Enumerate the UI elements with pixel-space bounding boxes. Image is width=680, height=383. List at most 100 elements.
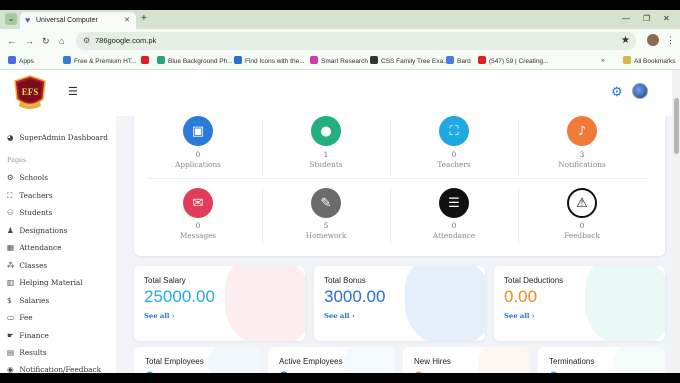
bookmark-apps[interactable]: Apps xyxy=(8,56,34,67)
new-tab-icon[interactable]: + xyxy=(141,13,147,25)
total-employees-card[interactable]: Total Employees 0 xyxy=(134,347,260,373)
stat-label: Students xyxy=(309,160,343,169)
browser-tab[interactable]: ♥ Universal Computer ✕ xyxy=(20,12,136,29)
youtube-icon xyxy=(141,56,149,64)
sidebar-item-fee[interactable]: ▭ Fee xyxy=(7,312,33,323)
stat-messages[interactable]: ✉ 0 Messages xyxy=(134,188,262,258)
school-logo[interactable]: EFS xyxy=(12,75,48,111)
bookmark-item[interactable]: CSS Family Tree Exa... xyxy=(370,56,449,67)
address-bar[interactable]: ⚙ 786google.com.pk ★ xyxy=(76,32,636,50)
sidebar-item-teachers[interactable]: ⛶ Teachers xyxy=(7,190,53,201)
card-title: Terminations xyxy=(549,357,595,366)
all-bookmarks[interactable]: All Bookmarks xyxy=(623,56,676,67)
stat-homework[interactable]: ✎ 5 Homework xyxy=(262,188,390,258)
bookmark-star-icon[interactable]: ★ xyxy=(621,34,630,48)
main-content: ▣ 0 Applications ● 1 Students ⛶ 0 Teache… xyxy=(116,116,672,373)
applications-icon: ▣ xyxy=(183,116,213,146)
bookmark-item[interactable]: Find Icons with the... xyxy=(234,56,305,67)
tab-close-icon[interactable]: ✕ xyxy=(124,15,130,26)
results-icon: ▤ xyxy=(7,348,15,357)
stat-students[interactable]: ● 1 Students xyxy=(262,116,390,186)
sidebar-item-designations[interactable]: ♟ Designations xyxy=(7,225,67,236)
card-value: 3000.00 xyxy=(324,287,386,306)
see-all-link[interactable]: See all › xyxy=(324,311,355,321)
home-icon[interactable]: ⌂ xyxy=(59,34,64,48)
sidebar-item-dashboard[interactable]: ◕ SuperAdmin Dashboard xyxy=(7,132,108,143)
active-employees-card[interactable]: Active Employees 0 xyxy=(268,347,395,373)
bookmark-item[interactable]: Bard xyxy=(446,56,471,67)
bookmark-favicon-icon xyxy=(63,56,71,64)
card-title: Total Bonus xyxy=(324,276,366,285)
stat-feedback[interactable]: ⚠ 0 Feedback xyxy=(518,188,646,258)
bookmarks-bar: Apps Free & Premium HT... Blue Backgroun… xyxy=(0,53,680,70)
see-all-link[interactable]: See all › xyxy=(504,311,535,321)
stats-panel: ▣ 0 Applications ● 1 Students ⛶ 0 Teache… xyxy=(134,116,665,256)
folder-icon xyxy=(623,56,631,64)
sidebar-item-salaries[interactable]: $ Salaries xyxy=(7,295,49,306)
warning-icon: ⚠ xyxy=(567,188,597,218)
stat-notifications[interactable]: ♪ 3 Notifications xyxy=(518,116,646,186)
stat-label: Attendance xyxy=(432,231,476,240)
back-icon[interactable]: ← xyxy=(7,34,16,48)
stat-count: 0 xyxy=(579,222,585,230)
settings-gear-icon[interactable]: ⚙ xyxy=(611,84,623,100)
card-value: 0 xyxy=(279,368,288,373)
address-url[interactable]: 786google.com.pk xyxy=(95,35,156,47)
scrollbar-thumb[interactable] xyxy=(674,98,679,154)
total-deductions-card[interactable]: Total Deductions 0.00 See all › xyxy=(494,266,665,341)
sidebar-item-attendance[interactable]: ▦ Attendance xyxy=(7,242,61,253)
teacher-icon: ⛶ xyxy=(7,191,13,200)
forward-icon[interactable]: → xyxy=(25,34,34,48)
bookmark-favicon-icon xyxy=(157,56,165,64)
bookmark-favicon-icon xyxy=(234,56,242,64)
bookmark-item[interactable]: Free & Premium HT... xyxy=(63,56,136,67)
card-title: Total Employees xyxy=(145,357,204,366)
tab-search-button[interactable]: ⌄ xyxy=(5,13,17,25)
stat-teachers[interactable]: ⛶ 0 Teachers xyxy=(390,116,518,186)
stat-applications[interactable]: ▣ 0 Applications xyxy=(134,116,262,186)
sidebar-item-schools[interactable]: ⚙ Schools xyxy=(7,172,48,183)
bookmarks-overflow-icon[interactable]: » xyxy=(601,56,605,66)
stat-label: Notifications xyxy=(558,160,606,169)
browser-profile-avatar[interactable] xyxy=(647,34,659,46)
bookmark-item[interactable]: (547) 59 | Creating... xyxy=(478,56,549,67)
sidebar-item-classes[interactable]: ⁂ Classes xyxy=(7,260,47,271)
stat-label: Homework xyxy=(305,231,347,240)
hamburger-menu-icon[interactable]: ☰ xyxy=(68,85,78,99)
stat-count: 3 xyxy=(579,151,585,159)
sidebar-item-students[interactable]: ⚇ Students xyxy=(7,207,52,218)
bell-icon: ◉ xyxy=(7,365,14,373)
card-value: 25000.00 xyxy=(144,287,215,306)
logo-text: EFS xyxy=(22,87,39,97)
stat-attendance[interactable]: ☰ 0 Attendance xyxy=(390,188,518,258)
window-close-icon[interactable]: ✕ xyxy=(663,13,670,25)
sidebar-item-notification-feedback[interactable]: ◉ Notification/Feedback xyxy=(7,364,101,373)
bookmark-item[interactable]: Smart Research xyxy=(310,56,368,67)
sidebar-item-finance[interactable]: ☛ Finance xyxy=(7,330,49,341)
youtube-icon xyxy=(478,56,486,64)
dollar-icon: $ xyxy=(7,296,12,305)
teacher-board-icon: ⛶ xyxy=(439,116,469,146)
terminations-card[interactable]: Terminations 0 xyxy=(538,347,665,373)
users-icon: ⚇ xyxy=(7,208,14,217)
book-icon: ▥ xyxy=(7,278,15,287)
stat-label: Applications xyxy=(175,160,221,169)
user-avatar[interactable] xyxy=(632,83,648,99)
total-salary-card[interactable]: Total Salary 25000.00 See all › xyxy=(134,266,305,341)
stat-count: 1 xyxy=(323,151,329,159)
new-hires-card[interactable]: New Hires 0 xyxy=(403,347,530,373)
minimize-icon[interactable]: — xyxy=(622,13,630,25)
see-all-link[interactable]: See all › xyxy=(144,311,175,321)
sidebar-item-results[interactable]: ▤ Results xyxy=(7,347,47,358)
homework-icon: ✎ xyxy=(311,188,341,218)
bookmark-item[interactable] xyxy=(141,56,152,67)
total-bonus-card[interactable]: Total Bonus 3000.00 See all › xyxy=(314,266,485,341)
sidebar-item-helping-material[interactable]: ▥ Helping Material xyxy=(7,277,83,288)
reload-icon[interactable]: ↻ xyxy=(42,34,50,48)
bookmark-item[interactable]: Blue Background Ph... xyxy=(157,56,233,67)
money-icon: ▭ xyxy=(7,313,15,322)
site-info-icon[interactable]: ⚙ xyxy=(83,35,90,47)
restore-icon[interactable]: ❐ xyxy=(643,13,650,25)
stat-count: 5 xyxy=(323,222,329,230)
browser-menu-icon[interactable]: ⋮ xyxy=(666,33,675,47)
